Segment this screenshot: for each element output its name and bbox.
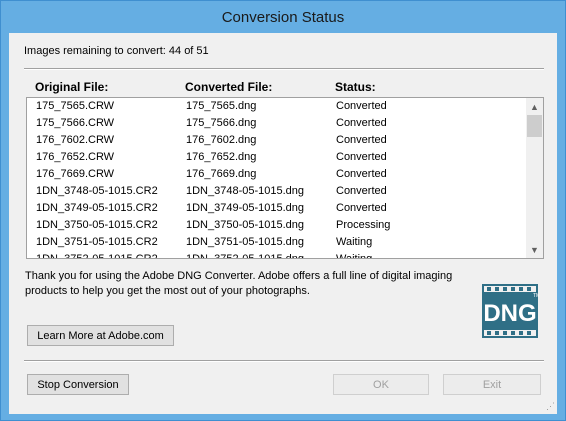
conversion-status-window: Conversion Status Images remaining to co…	[0, 0, 566, 421]
status-cell: Converted	[336, 185, 387, 197]
table-row[interactable]: 175_7566.CRW 175_7566.dng Converted	[27, 115, 526, 132]
status-cell: Converted	[336, 202, 387, 214]
column-header-original-file: Original File:	[35, 80, 109, 94]
dng-logo-text: DNG	[483, 300, 536, 327]
file-list[interactable]: 175_7565.CRW 175_7565.dng Converted 175_756…	[26, 97, 544, 259]
scroll-up-arrow-icon[interactable]: ▲	[526, 98, 543, 115]
stop-conversion-button[interactable]: Stop Conversion	[27, 374, 129, 395]
converted-file-cell: 1DN_3749-05-1015.dng	[186, 202, 305, 214]
dialog-body: Images remaining to convert: 44 of 51 Or…	[9, 33, 557, 414]
status-cell: Processing	[336, 219, 391, 231]
thank-you-message: Thank you for using the Adobe DNG Conver…	[25, 270, 453, 297]
original-file-cell: 175_7565.CRW	[36, 100, 115, 112]
status-cell: Waiting	[336, 236, 373, 248]
table-row[interactable]: 1DN_3748-05-1015.CR2 1DN_3748-05-1015.dng…	[27, 183, 526, 200]
table-row[interactable]: 176_7602.CRW 176_7602.dng Converted	[27, 132, 526, 149]
original-file-cell: 176_7652.CRW	[36, 151, 115, 163]
original-file-cell: 1DN_3748-05-1015.CR2	[36, 185, 158, 197]
status-cell: Converted	[336, 134, 387, 146]
dng-logo-trademark: TM	[533, 293, 539, 299]
scroll-down-arrow-icon[interactable]: ▼	[526, 241, 543, 258]
table-row[interactable]: 1DN_3750-05-1015.CR2 1DN_3750-05-1015.dng…	[27, 217, 526, 234]
original-file-cell: 1DN_3750-05-1015.CR2	[36, 219, 158, 231]
status-cell: Converted	[336, 151, 387, 163]
table-row[interactable]: 176_7652.CRW 176_7652.dng Converted	[27, 149, 526, 166]
original-file-cell: 176_7602.CRW	[36, 134, 115, 146]
learn-more-button[interactable]: Learn More at Adobe.com	[27, 325, 174, 346]
divider-top	[24, 68, 544, 70]
exit-button[interactable]: Exit	[443, 374, 541, 395]
table-row[interactable]: 1DN_3751-05-1015.CR2 1DN_3751-05-1015.dng…	[27, 234, 526, 251]
ok-button[interactable]: OK	[333, 374, 429, 395]
status-cell: Waiting	[336, 253, 373, 259]
divider-bottom	[24, 360, 544, 362]
table-row[interactable]: 1DN_3749-05-1015.CR2 1DN_3749-05-1015.dng…	[27, 200, 526, 217]
images-remaining-label: Images remaining to convert: 44 of 51	[24, 45, 209, 57]
converted-file-cell: 176_7669.dng	[186, 168, 257, 180]
original-file-cell: 1DN_3751-05-1015.CR2	[36, 236, 158, 248]
window-title: Conversion Status	[221, 8, 345, 26]
resize-grip-icon[interactable]: ⋰	[546, 401, 555, 412]
file-list-rows: 175_7565.CRW 175_7565.dng Converted 175_756…	[27, 98, 526, 259]
converted-file-cell: 176_7652.dng	[186, 151, 257, 163]
dng-logo: DNG TM	[482, 284, 539, 338]
converted-file-cell: 175_7565.dng	[186, 100, 257, 112]
original-file-cell: 176_7669.CRW	[36, 168, 115, 180]
original-file-cell: 175_7566.CRW	[36, 117, 115, 129]
status-cell: Converted	[336, 117, 387, 129]
converted-file-cell: 176_7602.dng	[186, 134, 257, 146]
converted-file-cell: 1DN_3748-05-1015.dng	[186, 185, 305, 197]
converted-file-cell: 1DN_3751-05-1015.dng	[186, 236, 305, 248]
converted-file-cell: 1DN_3752-05-1015.dng	[186, 253, 305, 259]
converted-file-cell: 175_7566.dng	[186, 117, 257, 129]
table-row[interactable]: 175_7565.CRW 175_7565.dng Converted	[27, 98, 526, 115]
converted-file-cell: 1DN_3750-05-1015.dng	[186, 219, 305, 231]
status-cell: Converted	[336, 168, 387, 180]
status-cell: Converted	[336, 100, 387, 112]
table-row[interactable]: 176_7669.CRW 176_7669.dng Converted	[27, 166, 526, 183]
table-row[interactable]: 1DN_3752-05-1015.CR2 1DN_3752-05-1015.dng…	[27, 251, 526, 259]
column-header-status: Status:	[335, 80, 376, 94]
vertical-scrollbar[interactable]: ▲ ▼	[526, 98, 543, 258]
original-file-cell: 1DN_3749-05-1015.CR2	[36, 202, 158, 214]
scrollbar-thumb[interactable]	[527, 115, 542, 137]
original-file-cell: 1DN_3752-05-1015.CR2	[36, 253, 158, 259]
column-header-converted-file: Converted File:	[185, 80, 273, 94]
